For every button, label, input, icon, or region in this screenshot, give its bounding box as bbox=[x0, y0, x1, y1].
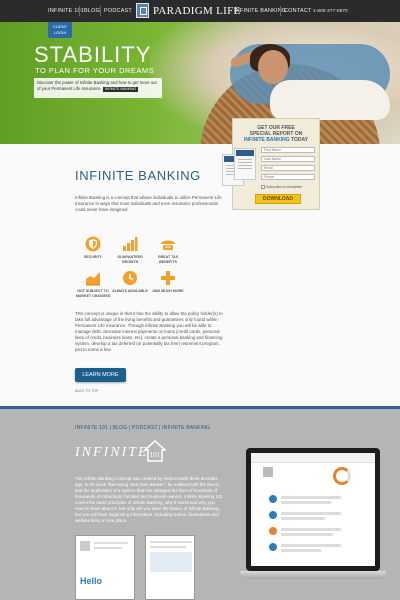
laptop-base bbox=[240, 571, 386, 579]
screen-row bbox=[281, 544, 341, 547]
feature-market-changes: NOT SUBJECT TO MARKET CHANGES bbox=[75, 270, 111, 298]
screen-row bbox=[281, 528, 341, 531]
feature-tax-benefits: GREAT TAX BENEFITS bbox=[150, 236, 186, 264]
feature-and-more: AND MUCH MORE bbox=[150, 270, 186, 294]
client-login-button[interactable]: CLIENT LOGIN bbox=[48, 22, 72, 38]
feature-label: GUARANTEED GROWTH bbox=[117, 255, 143, 264]
tablet-screenshot bbox=[145, 535, 195, 600]
feature-guaranteed-growth: GUARANTEED GROWTH bbox=[112, 236, 148, 264]
book-image bbox=[234, 148, 256, 180]
feature-label: SECURITY bbox=[83, 255, 103, 259]
section-nav-infinite-banking[interactable]: INFINITE BANKING bbox=[162, 425, 210, 431]
screen-row bbox=[281, 496, 341, 499]
section-nav-blog[interactable]: BLOG bbox=[113, 425, 128, 431]
laptop-image bbox=[240, 448, 386, 590]
tablet-row bbox=[150, 546, 186, 548]
feature-security: SECURITY bbox=[75, 236, 111, 260]
trend-chart-icon bbox=[86, 272, 100, 286]
nav-phone[interactable]: 1-800-277-0670 bbox=[313, 0, 348, 22]
feature-label: GREAT TAX BENEFITS bbox=[157, 255, 179, 264]
last-name-field[interactable] bbox=[261, 156, 315, 162]
logo-text: PARADIGM LIFE bbox=[153, 5, 241, 17]
nav-blog[interactable]: BLOG bbox=[84, 0, 100, 22]
nav-separator bbox=[79, 6, 80, 16]
tablet-panel bbox=[150, 552, 192, 572]
phone-screenshot: Hello bbox=[75, 535, 135, 600]
feature-label: AND MUCH MORE bbox=[152, 289, 184, 293]
hero-callout-text: Discover the power of Infinite Banking a… bbox=[37, 80, 157, 91]
screen-avatar bbox=[263, 467, 273, 477]
laptop-screen bbox=[246, 448, 380, 571]
report-heading-blue: INFINITE BANKING bbox=[244, 137, 290, 143]
umbrella-icon bbox=[161, 240, 175, 250]
back-to-top-link[interactable]: BACK TO TOP bbox=[75, 389, 98, 393]
phone-avatar bbox=[80, 541, 90, 551]
infinite-banking-title: INFINITE BANKING bbox=[75, 168, 201, 183]
logo[interactable]: PARADIGM LIFE bbox=[136, 2, 240, 20]
logo-mark-icon bbox=[136, 3, 149, 18]
infinite-101-section: INFINITE 101 | BLOG | PODCAST | INFINITE… bbox=[0, 409, 400, 600]
screen-gauge-icon bbox=[333, 467, 351, 485]
screen-list-icon bbox=[269, 495, 277, 503]
feature-label: NOT SUBJECT TO MARKET CHANGES bbox=[75, 289, 111, 298]
hero-subtitle: TO PLAN FOR YOUR DREAMS bbox=[35, 66, 155, 75]
report-heading: GET OUR FREE SPECIAL REPORT ON INFINITE … bbox=[233, 125, 319, 143]
laptop-screen-content bbox=[251, 453, 375, 566]
house-101-label: 101 bbox=[150, 451, 161, 459]
nav-infinite-banking[interactable]: INFINITE BANKING bbox=[234, 0, 286, 22]
report-heading-rest: TODAY bbox=[289, 137, 308, 143]
screen-row bbox=[281, 517, 325, 520]
feature-label: ALWAYS AVAILABLE bbox=[112, 289, 148, 293]
nav-contact[interactable]: CONTACT bbox=[284, 0, 312, 22]
screen-row bbox=[281, 533, 333, 536]
feature-always-available: ALWAYS AVAILABLE bbox=[112, 270, 148, 294]
screen-row bbox=[281, 512, 341, 515]
phone-row bbox=[94, 547, 122, 549]
newsletter-checkbox[interactable]: Subscribe to newsletter bbox=[261, 185, 303, 190]
report-books-image bbox=[222, 148, 262, 196]
nav-separator bbox=[100, 6, 101, 16]
woman-face-image bbox=[258, 50, 288, 84]
phone-hello-text: Hello bbox=[80, 576, 103, 586]
hero-infinite-banking-button[interactable]: INFINITE BANKING bbox=[102, 86, 139, 92]
hero-title: STABILITY bbox=[34, 42, 152, 67]
infinite-101-text: The Infinite Banking Concept was created… bbox=[75, 476, 223, 523]
section-nav-podcast[interactable]: PODCAST bbox=[132, 425, 157, 431]
top-nav: INFINITE 101 BLOG PODCAST PARADIGM LIFE … bbox=[0, 0, 400, 22]
phone-row bbox=[94, 542, 128, 544]
infinite-banking-intro: Infinite Banking is a concept that allow… bbox=[75, 195, 222, 212]
house-101-icon: 101 bbox=[144, 440, 166, 462]
main-section bbox=[0, 144, 400, 406]
email-field[interactable] bbox=[261, 165, 315, 171]
learn-more-button[interactable]: LEARN MORE bbox=[75, 368, 126, 382]
plus-icon bbox=[161, 271, 175, 285]
infinite-banking-body: This concept is unique in that it has th… bbox=[75, 311, 223, 352]
hero-banner: CLIENT LOGIN STABILITY TO PLAN FOR YOUR … bbox=[0, 22, 400, 144]
clock-icon bbox=[123, 271, 137, 285]
screen-row bbox=[281, 549, 321, 552]
nav-separator bbox=[280, 6, 281, 16]
bar-chart-icon bbox=[123, 237, 138, 251]
screen-row bbox=[281, 501, 331, 504]
woman-body-image bbox=[270, 80, 390, 120]
nav-podcast[interactable]: PODCAST bbox=[104, 0, 132, 22]
section-nav-infinite-101[interactable]: INFINITE 101 bbox=[75, 425, 108, 431]
first-name-field[interactable] bbox=[261, 147, 315, 153]
screen-header bbox=[251, 453, 375, 463]
section-nav: INFINITE 101 | BLOG | PODCAST | INFINITE… bbox=[75, 425, 210, 431]
phone-field[interactable] bbox=[261, 174, 315, 180]
infinite-101-title: INFINITE bbox=[75, 445, 149, 460]
screen-list-icon bbox=[269, 527, 277, 535]
hero-callout: Discover the power of Infinite Banking a… bbox=[34, 78, 162, 98]
screen-list-icon bbox=[269, 511, 277, 519]
tablet-row bbox=[150, 541, 192, 543]
shield-icon bbox=[85, 236, 101, 252]
newsletter-label: Subscribe to newsletter bbox=[266, 185, 303, 189]
screen-list-icon bbox=[269, 543, 277, 551]
